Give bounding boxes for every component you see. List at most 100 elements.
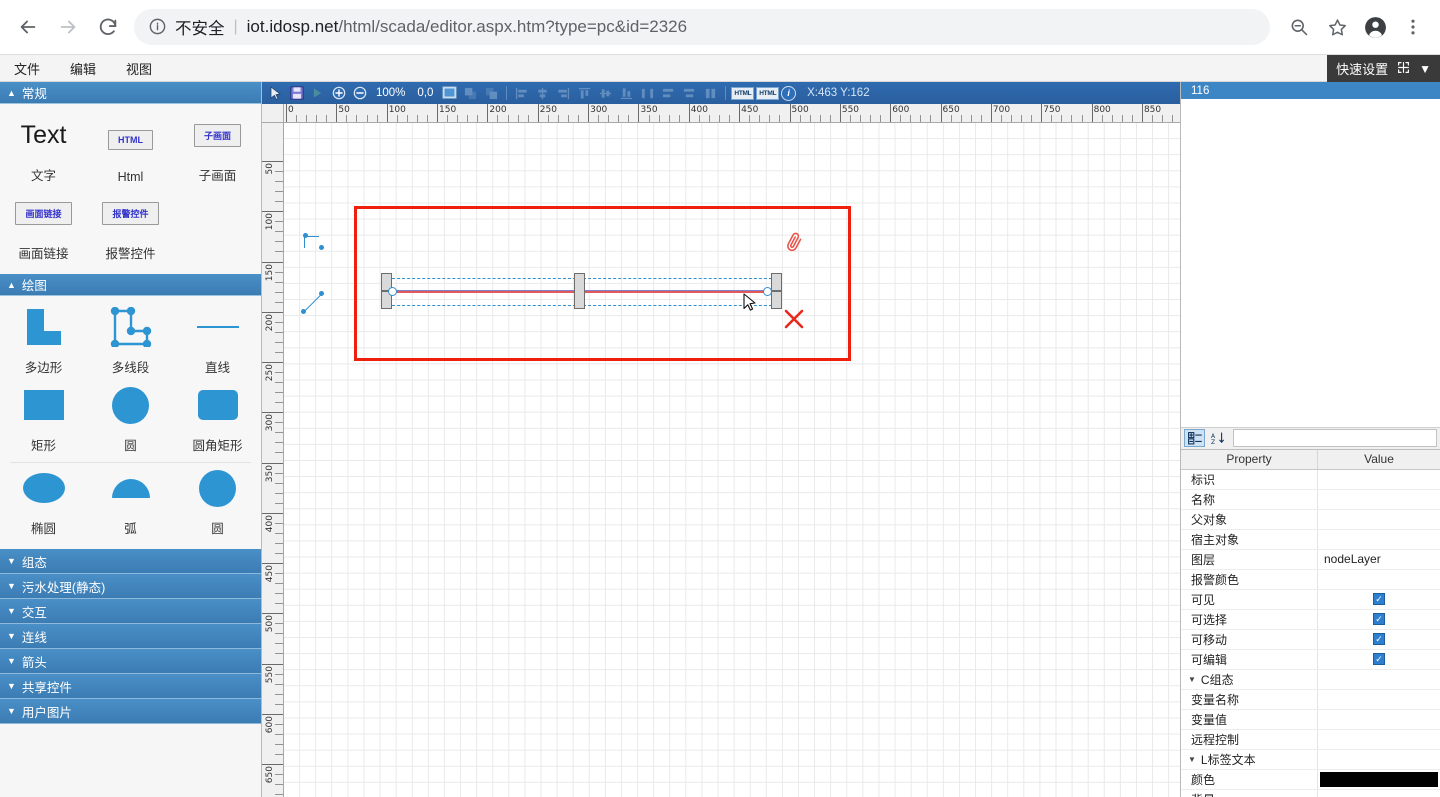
palette-item-screen-link[interactable]: 画面链接 画面链接 <box>0 190 87 268</box>
palette-group-interaction[interactable]: ▼ 交互 <box>0 599 261 624</box>
palette-item-html[interactable]: HTML Html <box>87 112 174 190</box>
property-row[interactable]: 图层nodeLayer <box>1181 550 1440 570</box>
palette-group-user-images[interactable]: ▼ 用户图片 <box>0 699 261 724</box>
property-row[interactable]: 父对象 <box>1181 510 1440 530</box>
property-value[interactable] <box>1318 470 1440 489</box>
palette-item-polygon[interactable]: 多边形 <box>0 304 87 382</box>
back-arrow-icon[interactable] <box>8 7 48 47</box>
palette-item-ellipse[interactable]: 椭圆 <box>0 465 87 543</box>
menu-item-view[interactable]: 视图 <box>126 59 152 78</box>
align-bottom-icon[interactable] <box>617 84 636 102</box>
palette-group-connectors[interactable]: ▼ 连线 <box>0 624 261 649</box>
property-row[interactable]: 标识 <box>1181 470 1440 490</box>
property-row[interactable]: 颜色 <box>1181 770 1440 790</box>
checkbox-checked[interactable]: ✓ <box>1373 633 1385 645</box>
property-row[interactable]: 可移动✓ <box>1181 630 1440 650</box>
property-row[interactable]: ▼C组态 <box>1181 670 1440 690</box>
align-center-icon[interactable] <box>533 84 552 102</box>
anchor-dot-top-right[interactable] <box>319 245 324 250</box>
endpoint-knob-left[interactable] <box>388 287 397 296</box>
resize-handle-right-bottom[interactable] <box>771 291 782 309</box>
checkbox-checked[interactable]: ✓ <box>1373 593 1385 605</box>
palette-item-line[interactable]: 直线 <box>174 304 261 382</box>
sort-alphabetical-icon[interactable]: A Z <box>1207 429 1228 447</box>
property-value[interactable] <box>1318 670 1440 689</box>
palette-group-shared-widgets[interactable]: ▼ 共享控件 <box>0 674 261 699</box>
palette-item-polyline[interactable]: 多线段 <box>87 304 174 382</box>
design-canvas[interactable] <box>284 123 1180 797</box>
profile-avatar-icon[interactable] <box>1356 7 1394 47</box>
palette-group-arrows[interactable]: ▼ 箭头 <box>0 649 261 674</box>
align-right-icon[interactable] <box>554 84 573 102</box>
play-icon[interactable] <box>308 84 327 102</box>
palette-group-sewage[interactable]: ▼ 污水处理(静态) <box>0 574 261 599</box>
property-value[interactable] <box>1318 750 1440 769</box>
palette-item-alarm-widget[interactable]: 报警控件 报警控件 <box>87 190 174 268</box>
property-filter-field[interactable] <box>1233 429 1437 447</box>
menu-item-file[interactable]: 文件 <box>14 59 40 78</box>
property-value[interactable] <box>1318 790 1440 797</box>
three-dot-menu-icon[interactable] <box>1394 7 1432 47</box>
expand-arrows-icon[interactable] <box>1397 61 1410 76</box>
zoom-out-icon[interactable] <box>1280 7 1318 47</box>
palette-item-circle2[interactable]: 圆 <box>174 465 261 543</box>
property-value[interactable] <box>1318 770 1440 789</box>
property-row[interactable]: 变量名称 <box>1181 690 1440 710</box>
quick-settings-panel[interactable]: 快速设置 ▼ <box>1327 55 1440 82</box>
chevron-down-icon[interactable]: ▼ <box>1419 63 1431 75</box>
caret-down-icon[interactable]: ▼ <box>1188 755 1196 764</box>
save-icon[interactable] <box>287 84 306 102</box>
select-arrow-icon[interactable] <box>266 84 285 102</box>
property-row[interactable]: 背景 <box>1181 790 1440 797</box>
palette-item-subscreen[interactable]: 子画面 子画面 <box>174 112 261 190</box>
resize-handle-right-top[interactable] <box>771 273 782 291</box>
html-export-button-2[interactable]: HTML <box>756 87 779 100</box>
color-swatch[interactable] <box>1320 772 1438 787</box>
property-value[interactable]: ✓ <box>1318 650 1440 669</box>
info-icon[interactable]: i <box>781 86 796 101</box>
palette-group-drawing[interactable]: ▲ 绘图 <box>0 274 261 296</box>
distribute-h-icon[interactable] <box>638 84 657 102</box>
resize-handle-middle[interactable] <box>574 273 585 309</box>
categorized-view-icon[interactable] <box>1184 429 1205 447</box>
palette-group-general[interactable]: ▲ 常规 <box>0 82 261 104</box>
zoom-in-icon[interactable] <box>329 84 348 102</box>
zoom-out-icon[interactable] <box>350 84 369 102</box>
endpoint-knob-right[interactable] <box>763 287 772 296</box>
forward-arrow-icon[interactable] <box>48 7 88 47</box>
palette-item-arc[interactable]: 弧 <box>87 465 174 543</box>
object-tree-selected-node[interactable]: 116 <box>1181 82 1440 99</box>
palette-item-text[interactable]: Text 文字 <box>0 112 87 190</box>
property-row[interactable]: 变量值 <box>1181 710 1440 730</box>
palette-group-configuration[interactable]: ▼ 组态 <box>0 549 261 574</box>
align-left-icon[interactable] <box>512 84 531 102</box>
zoom-level-label[interactable]: 100% <box>371 87 410 99</box>
reload-icon[interactable] <box>88 7 128 47</box>
property-value[interactable]: ✓ <box>1318 610 1440 629</box>
property-value[interactable] <box>1318 490 1440 509</box>
fit-screen-icon[interactable] <box>440 84 459 102</box>
checkbox-checked[interactable]: ✓ <box>1373 613 1385 625</box>
align-top-icon[interactable] <box>575 84 594 102</box>
property-row[interactable]: 可选择✓ <box>1181 610 1440 630</box>
bring-front-icon[interactable] <box>461 84 480 102</box>
same-size-icon[interactable] <box>701 84 720 102</box>
palette-item-rect[interactable]: 矩形 <box>0 382 87 460</box>
property-row[interactable]: 报警颜色 <box>1181 570 1440 590</box>
info-circle-icon[interactable] <box>148 17 168 37</box>
property-value[interactable] <box>1318 510 1440 529</box>
property-row[interactable]: 宿主对象 <box>1181 530 1440 550</box>
property-value[interactable]: ✓ <box>1318 590 1440 609</box>
address-bar[interactable]: 不安全 | iot.idosp.net/html/scada/editor.as… <box>134 9 1270 45</box>
send-back-icon[interactable] <box>482 84 501 102</box>
menu-item-edit[interactable]: 编辑 <box>70 59 96 78</box>
align-middle-icon[interactable] <box>596 84 615 102</box>
property-row[interactable]: 名称 <box>1181 490 1440 510</box>
property-value[interactable] <box>1318 570 1440 589</box>
caret-down-icon[interactable]: ▼ <box>1188 675 1196 684</box>
property-value[interactable] <box>1318 530 1440 549</box>
checkbox-checked[interactable]: ✓ <box>1373 653 1385 665</box>
property-value[interactable] <box>1318 710 1440 729</box>
palette-item-circle[interactable]: 圆 <box>87 382 174 460</box>
property-row[interactable]: ▼L标签文本 <box>1181 750 1440 770</box>
